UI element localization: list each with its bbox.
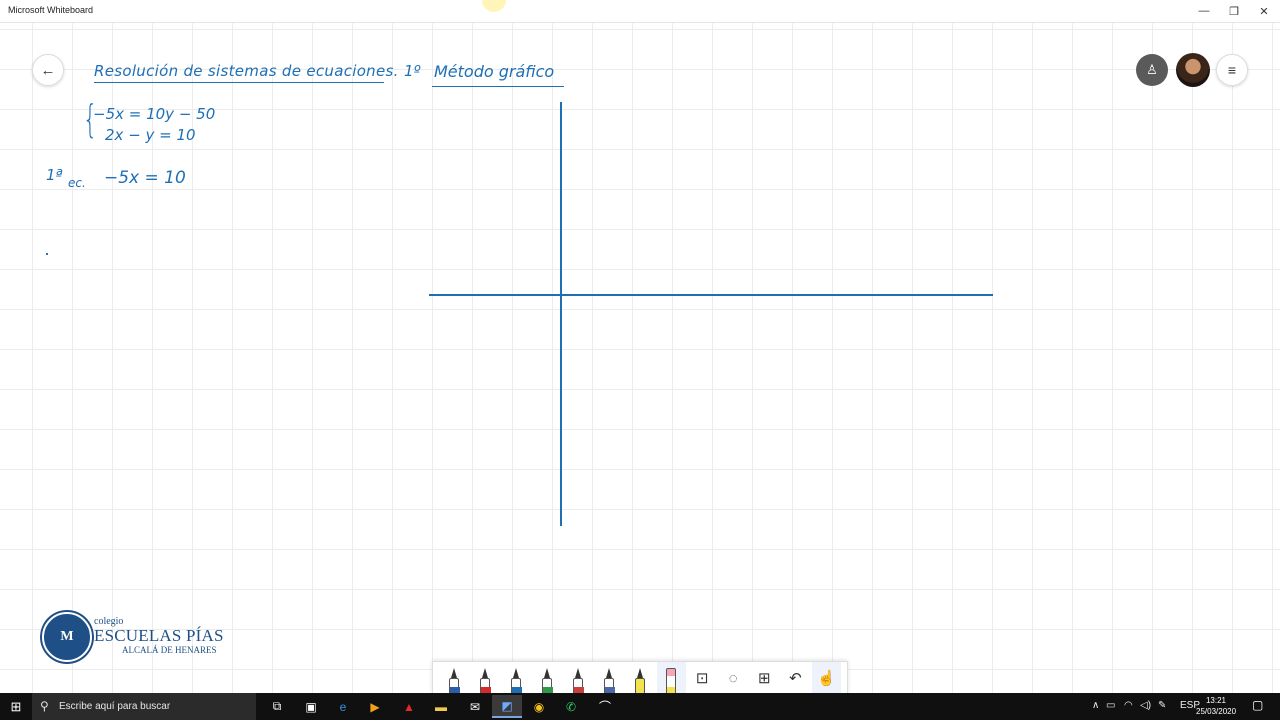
search-placeholder: Escribe aquí para buscar: [59, 701, 171, 712]
media-player-icon[interactable]: ▶: [360, 695, 390, 718]
ruler-icon: ⊡: [695, 670, 709, 687]
clock-date: 25/03/2020: [1196, 707, 1237, 716]
settings-menu-button[interactable]: ≡: [1216, 54, 1248, 86]
pen-tool-3[interactable]: [501, 662, 530, 694]
whiteboard-canvas[interactable]: [0, 23, 1280, 693]
tray-chevron-icon[interactable]: ∧: [1092, 700, 1099, 711]
school-logo: M colegio ESCUELAS PÍAS ALCALÁ DE HENARE…: [42, 612, 242, 668]
pen-tool-2[interactable]: [470, 662, 499, 694]
wifi-icon[interactable]: ◠: [1124, 700, 1133, 711]
equation-1: −5x = 10y − 50: [93, 105, 216, 123]
start-button[interactable]: ⊞: [0, 693, 32, 720]
user-avatar[interactable]: [1176, 53, 1210, 87]
board-heading: Resolución de sistemas de ecuaciones.: [94, 62, 399, 80]
whiteboard-app-icon[interactable]: ◩: [492, 695, 522, 718]
lasso-tool[interactable]: ◌: [719, 662, 748, 694]
chrome-icon[interactable]: ◉: [524, 695, 554, 718]
pen-tray-icon[interactable]: ✎: [1158, 700, 1166, 711]
lasso-icon: ◌: [728, 669, 738, 687]
pen-tool-6[interactable]: [594, 662, 623, 694]
undo-icon: ↶: [789, 670, 802, 687]
windows-taskbar: ⊞ ⚲ Escribe aquí para buscar ⧉ ▣ e ▶ ▲ ▬…: [0, 693, 1280, 720]
equation-2: 2x − y = 10: [105, 126, 196, 144]
back-button[interactable]: ←: [32, 54, 64, 86]
highlighter-body: [635, 678, 645, 694]
notification-icon[interactable]: ▢: [1252, 698, 1263, 712]
touch-draw-toggle[interactable]: ☝: [811, 662, 842, 694]
edge-icon[interactable]: e: [328, 695, 358, 718]
highlighter-tool[interactable]: [625, 662, 654, 694]
acrobat-icon[interactable]: ▲: [394, 695, 424, 718]
ink-dot: [46, 253, 48, 255]
battery-icon[interactable]: ▭: [1106, 700, 1115, 711]
people-icon[interactable]: ♙: [1136, 54, 1168, 86]
search-icon: ⚲: [40, 699, 49, 713]
eraser-body: [666, 668, 677, 694]
x-axis-line: [429, 294, 993, 296]
method-underline: [432, 86, 564, 87]
pen-tool-4[interactable]: [532, 662, 561, 694]
method-number: 1º: [404, 62, 421, 80]
add-button[interactable]: ⊞: [750, 662, 779, 694]
window-title: Microsoft Whiteboard: [8, 5, 94, 15]
task-view-icon[interactable]: ⧉: [262, 695, 292, 718]
taskbar-search-box[interactable]: ⚲ Escribe aquí para buscar: [32, 693, 256, 720]
file-explorer-icon[interactable]: ▬: [426, 695, 456, 718]
title-bar: Microsoft Whiteboard — ❐ ✕: [0, 0, 1280, 23]
method-name: Método gráfico: [434, 62, 555, 81]
ink-toolbar: ⊡ ◌ ⊞ ↶ ☝: [432, 661, 848, 695]
add-icon: ⊞: [758, 670, 771, 687]
minimize-button[interactable]: —: [1188, 0, 1220, 22]
heading-underline: [94, 82, 384, 83]
pen-tool-1[interactable]: [439, 662, 468, 694]
logo-line-2: ESCUELAS PÍAS: [94, 626, 224, 645]
eraser-tool[interactable]: [656, 662, 686, 694]
taskbar-clock[interactable]: 13:21 25/03/2020: [1196, 695, 1236, 717]
school-seal-icon: M: [42, 612, 92, 662]
volume-icon[interactable]: ◁): [1140, 700, 1151, 711]
y-axis-line: [560, 102, 562, 526]
mail-icon[interactable]: ✉: [460, 695, 490, 718]
step-sub: ec.: [68, 176, 86, 190]
pen-tool-5[interactable]: [563, 662, 592, 694]
logo-line-3: ALCALÁ DE HENARES: [122, 645, 217, 655]
step-label: 1ª: [46, 166, 63, 184]
touch-icon: ☝: [817, 670, 836, 687]
store-icon[interactable]: ▣: [296, 695, 326, 718]
whatsapp-icon[interactable]: ✆: [556, 695, 586, 718]
clock-time: 13:21: [1205, 696, 1227, 705]
undo-button[interactable]: ↶: [781, 662, 810, 694]
ruler-tool[interactable]: ⊡: [688, 662, 717, 694]
network-app-icon[interactable]: ⌒: [590, 695, 620, 718]
close-button[interactable]: ✕: [1248, 0, 1280, 22]
restore-button[interactable]: ❐: [1218, 0, 1250, 22]
step-equation: −5x = 10: [104, 168, 186, 188]
